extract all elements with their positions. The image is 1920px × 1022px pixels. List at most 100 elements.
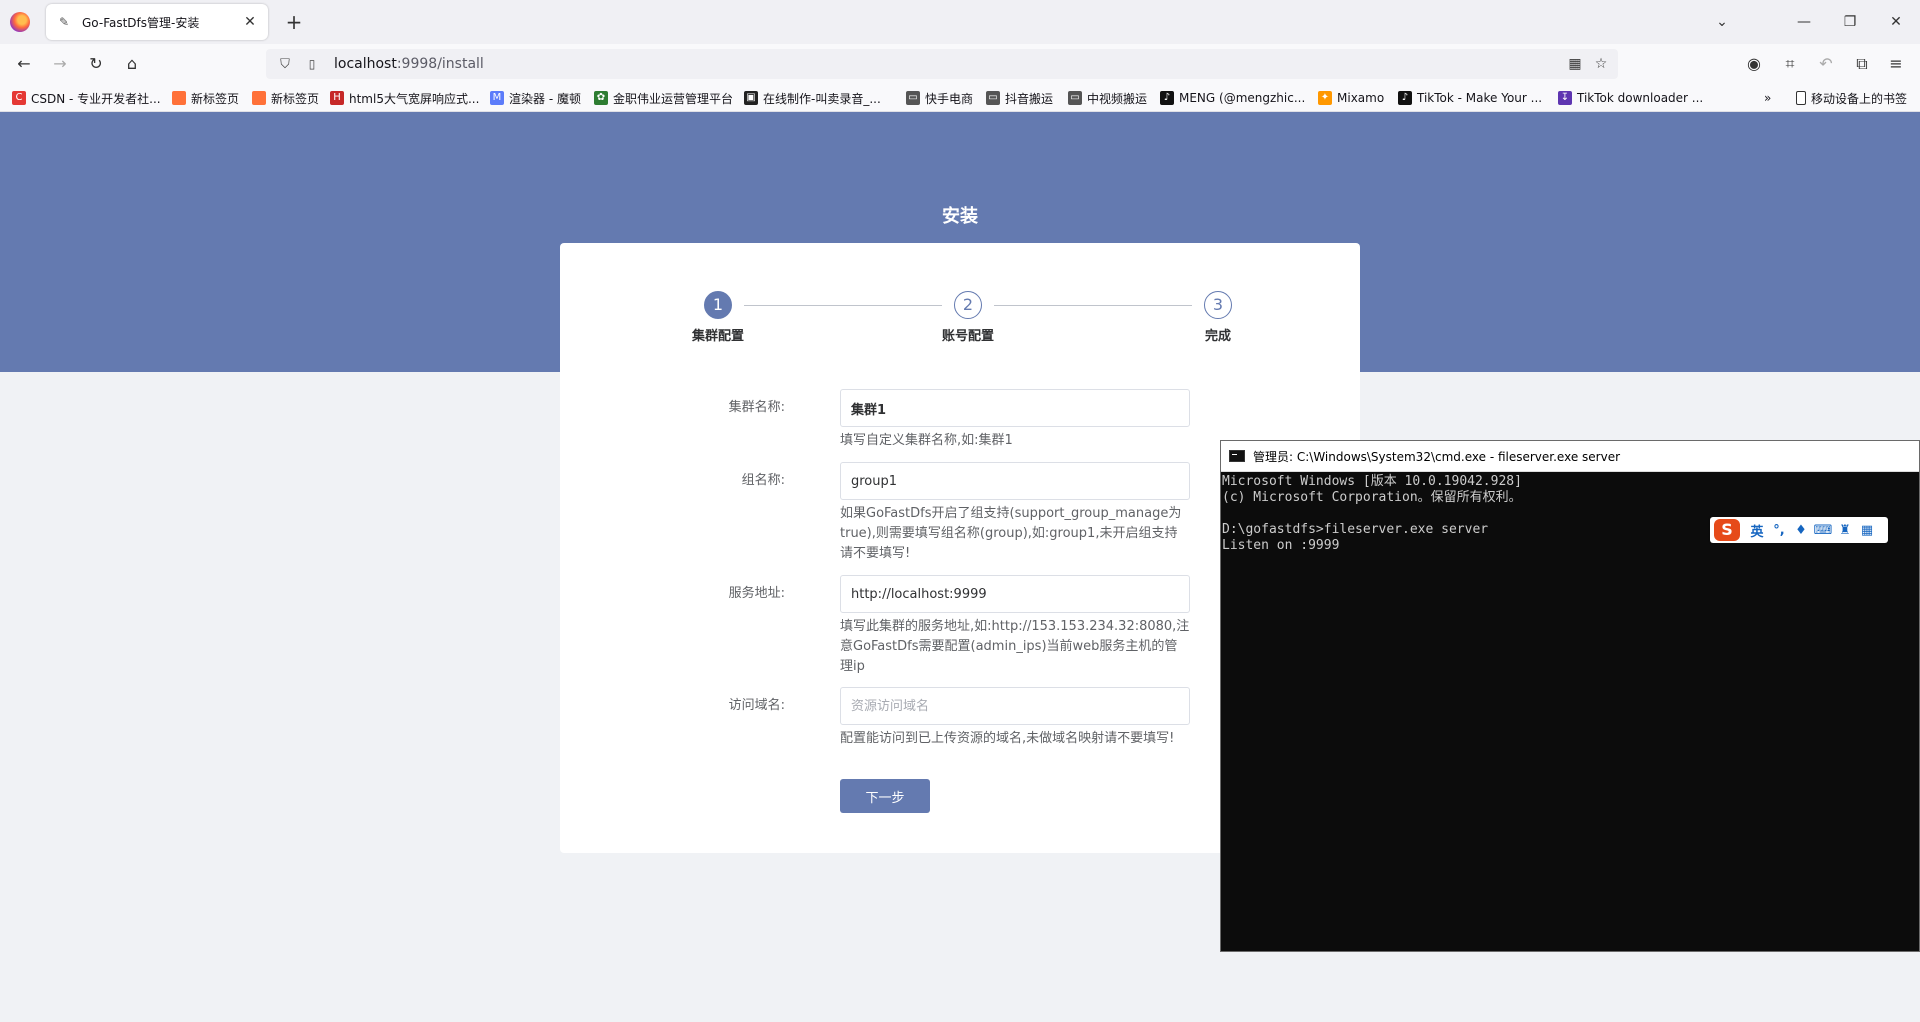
bookmark-item[interactable]: ▭ 抖音搬运 (986, 89, 1053, 107)
ime-toolbar[interactable]: S 英 °, ♦ ⌨ ♜ ▦ (1710, 517, 1888, 543)
minimize-button[interactable]: — (1790, 8, 1818, 36)
bookmark-item[interactable]: ✦ Mixamo (1318, 89, 1384, 107)
bookmark-icon: H (330, 91, 344, 105)
bookmark-item[interactable]: C CSDN - 专业开发者社... (12, 89, 161, 107)
bookmark-item[interactable]: ♪ TikTok - Make Your ... (1398, 89, 1542, 107)
microphone-icon[interactable]: ♦ (1790, 523, 1812, 538)
next-step-button[interactable]: 下一步 (840, 779, 930, 813)
bookmarks-toolbar: » 移动设备上的书签 C CSDN - 专业开发者社... 新标签页 新标签页 Hhtm… (0, 84, 1920, 112)
bookmark-item[interactable]: ↧ TikTok downloader ... (1558, 89, 1703, 107)
bookmark-item[interactable]: ▣ 在线制作-叫卖录音_... (744, 89, 881, 107)
step-number: 1 (704, 291, 732, 319)
skin-icon[interactable]: ♜ (1834, 523, 1856, 538)
step-number: 3 (1204, 291, 1232, 319)
tab-active[interactable]: ✎ Go-FastDfs管理-安装 ✕ (46, 4, 268, 40)
bookmark-item[interactable]: Hhtml5大气宽屏响应式... (330, 89, 479, 107)
bookmark-icon: ▭ (1068, 91, 1082, 105)
shield-icon[interactable]: ⛉ (276, 57, 294, 72)
access-domain-hint: 配置能访问到已上传资源的域名,未做域名映射请不要填写! (840, 731, 1175, 746)
bookmark-label: TikTok - Make Your ... (1417, 91, 1543, 105)
extensions-icon[interactable]: ⧉ (1848, 50, 1876, 78)
keyboard-icon[interactable]: ⌨ (1812, 523, 1834, 538)
bookmark-label: 抖音搬运 (1005, 91, 1054, 106)
step-connector (994, 305, 1192, 306)
bookmark-label: Mixamo (1337, 91, 1385, 105)
toolbox-icon[interactable]: ▦ (1856, 523, 1878, 538)
bookmark-item[interactable]: M 渲染器 - 魔顿 (490, 89, 581, 107)
cluster-name-input[interactable] (840, 389, 1190, 427)
bookmark-label: 新标签页 (191, 91, 240, 106)
bookmark-star-icon[interactable]: ☆ (1590, 53, 1612, 75)
bookmark-icon: ✿ (594, 91, 608, 105)
bookmark-icon: ↧ (1558, 91, 1572, 105)
bookmark-icon: ♪ (1160, 91, 1174, 105)
reload-icon[interactable]: ↻ (82, 50, 110, 78)
bookmark-label: CSDN - 专业开发者社... (31, 91, 161, 106)
bookmark-icon: C (12, 91, 26, 105)
bookmark-item[interactable]: 新标签页 (252, 89, 319, 107)
cmd-title-bar[interactable]: 管理员: C:\Windows\System32\cmd.exe - files… (1221, 441, 1919, 472)
close-window-button[interactable]: ✕ (1882, 8, 1910, 36)
new-tab-button[interactable]: + (280, 8, 308, 36)
back-icon[interactable]: ← (10, 50, 38, 78)
bookmark-icon: ♪ (1398, 91, 1412, 105)
bookmark-item[interactable]: ▭ 中视频搬运 (1068, 89, 1147, 107)
ime-mode[interactable]: 英 (1746, 521, 1768, 540)
bookmark-item[interactable]: ♪ MENG (@mengzhic... (1160, 89, 1305, 107)
access-domain-input[interactable] (840, 687, 1190, 725)
mobile-icon (1796, 91, 1806, 105)
page-info-icon[interactable]: ▯ (304, 57, 320, 71)
mobile-bookmarks-label: 移动设备上的书签 (1811, 91, 1908, 106)
bookmark-icon (252, 91, 266, 105)
nav-bar: ← → ↻ ⌂ ⛉ ▯ localhost:9998/install ▦ ☆ ◉… (0, 44, 1920, 84)
bookmark-label: 快手电商 (925, 91, 974, 106)
bookmark-icon: ▣ (744, 91, 758, 105)
menu-icon[interactable]: ≡ (1882, 50, 1910, 78)
step-connector (744, 305, 942, 306)
bookmark-icon: ▭ (906, 91, 920, 105)
group-name-input[interactable] (840, 462, 1190, 500)
cmd-title: 管理员: C:\Windows\System32\cmd.exe - files… (1253, 449, 1621, 464)
url-bar[interactable]: ⛉ ▯ localhost:9998/install ▦ ☆ (266, 49, 1618, 79)
list-all-tabs-icon[interactable]: ⌄ (1708, 8, 1736, 36)
bookmarks-overflow-icon[interactable]: » (1764, 89, 1771, 107)
punctuation-icon[interactable]: °, (1768, 523, 1790, 538)
url-text[interactable]: localhost:9998/install (334, 56, 484, 72)
bookmark-label: html5大气宽屏响应式... (349, 91, 480, 106)
bookmark-label: 渲染器 - 魔顿 (509, 91, 581, 106)
bookmark-label: 在线制作-叫卖录音_... (763, 91, 881, 106)
bookmark-item[interactable]: ▭ 快手电商 (906, 89, 973, 107)
restore-button[interactable]: ❐ (1836, 8, 1864, 36)
bookmark-icon: ✦ (1318, 91, 1332, 105)
group-name-label: 组名称: (741, 473, 785, 488)
bookmark-item[interactable]: ✿ 金职伟业运营管理平台 (594, 89, 733, 107)
access-domain-label: 访问域名: (728, 698, 785, 713)
cluster-name-hint: 填写自定义集群名称,如:集群1 (840, 433, 1013, 448)
tab-title: Go-FastDfs管理-安装 (82, 15, 200, 30)
tab-close-icon[interactable]: ✕ (242, 14, 258, 30)
service-address-label: 服务地址: (728, 586, 785, 601)
home-icon[interactable]: ⌂ (118, 50, 146, 78)
steps: 1 集群配置 2 账号配置 3 完成 (680, 291, 1240, 351)
undo-icon[interactable]: ↶ (1812, 50, 1840, 78)
bookmark-label: 中视频搬运 (1087, 91, 1148, 106)
step-1: 1 集群配置 (668, 291, 768, 344)
service-address-hint: 填写此集群的服务地址,如:http://153.153.234.32:8080,… (840, 619, 1190, 674)
group-name-hint: 如果GoFastDfs开启了组支持(support_group_manage为t… (840, 506, 1182, 561)
service-address-input[interactable] (840, 575, 1190, 613)
bookmark-item[interactable]: 新标签页 (172, 89, 239, 107)
qr-code-icon[interactable]: ▦ (1564, 53, 1586, 75)
step-2: 2 账号配置 (918, 291, 1018, 344)
sogou-logo-icon[interactable]: S (1714, 519, 1740, 541)
forward-icon[interactable]: → (46, 50, 74, 78)
bookmark-label: MENG (@mengzhic... (1179, 91, 1306, 105)
cluster-name-label: 集群名称: (728, 400, 785, 415)
cmd-icon (1229, 450, 1245, 462)
screenshot-icon[interactable]: ⌗ (1776, 50, 1804, 78)
bookmark-label: TikTok downloader ... (1577, 91, 1704, 105)
firefox-icon[interactable] (10, 12, 30, 32)
mobile-bookmarks[interactable]: 移动设备上的书签 (1796, 89, 1907, 107)
bookmark-icon: M (490, 91, 504, 105)
account-icon[interactable]: ◉ (1740, 50, 1768, 78)
step-label: 完成 (1204, 329, 1231, 344)
